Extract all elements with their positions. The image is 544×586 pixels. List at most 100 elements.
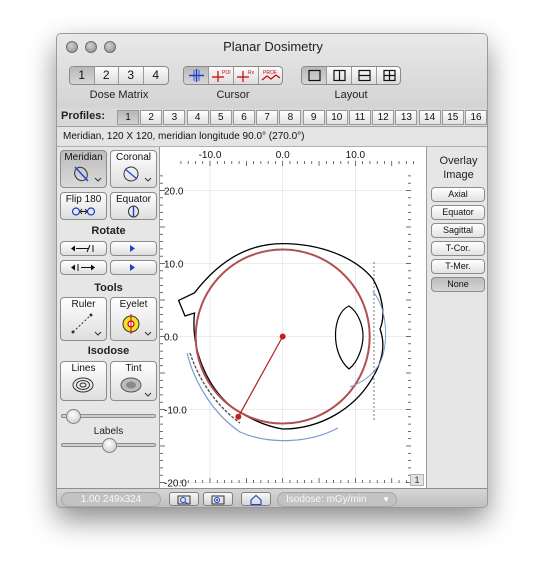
slider-knob[interactable] (66, 409, 81, 424)
overlay-panel: Overlay Image Axial Equator Sagittal T-Cor.… (426, 147, 487, 488)
dose-matrix-2[interactable]: 2 (95, 67, 119, 84)
profile-button-11[interactable]: 11 (349, 110, 371, 125)
rotate-ccw-icon (71, 264, 95, 271)
overlay-option-t-mer[interactable]: T-Mer. (431, 259, 485, 274)
rotate-cw-button[interactable] (60, 241, 107, 256)
overlay-image-title: Overlay Image (439, 155, 478, 181)
dose-matrix-4[interactable]: 4 (144, 67, 168, 84)
profile-button-7[interactable]: 7 (256, 110, 279, 125)
triangle-right-icon (130, 264, 135, 271)
rotate-step-right-button[interactable] (110, 241, 157, 256)
x-tick-label: -10.0 (199, 150, 222, 161)
triangle-right-icon (130, 245, 135, 252)
page-corner-label: 1 (410, 474, 424, 486)
prof-cursor-icon[interactable]: PROF (259, 67, 282, 84)
cursor-selector: POI Rx PROF (183, 66, 283, 85)
isodose-units-dropdown[interactable]: Isodose: mGy/min ▼ (277, 492, 397, 507)
ruler-line[interactable] (237, 336, 284, 418)
lens-shape (334, 305, 364, 370)
tint-icon (111, 374, 156, 401)
isodose-units-value: Isodose: mGy/min (286, 494, 367, 505)
profile-button-4[interactable]: 4 (186, 110, 209, 125)
profile-button-14[interactable]: 14 (418, 110, 441, 125)
profile-button-12[interactable]: 12 (372, 110, 395, 125)
plaque-edge (189, 352, 241, 424)
profile-button-1[interactable]: 1 (117, 110, 139, 125)
y-tick-label: 10.0 (164, 260, 184, 271)
slider-knob[interactable] (102, 438, 117, 453)
coronal-view-button[interactable]: Coronal (110, 150, 157, 188)
equator-icon (111, 205, 156, 221)
rotate-ccw-button[interactable] (60, 260, 107, 275)
left-tool-panel: Meridian Coronal Flip 180 Equator Rotate (57, 147, 160, 488)
profile-button-3[interactable]: 3 (163, 110, 186, 125)
isodose-tint-button[interactable]: Tint (110, 361, 157, 401)
ruler-tool-button[interactable]: Ruler (60, 297, 107, 341)
flip-180-button[interactable]: Flip 180 (60, 192, 107, 220)
crosshair-icon[interactable] (184, 67, 209, 84)
profile-button-9[interactable]: 9 (302, 110, 325, 125)
meridian-label: Meridian (64, 152, 103, 163)
profile-button-8[interactable]: 8 (279, 110, 302, 125)
profile-button-13[interactable]: 13 (395, 110, 418, 125)
profile-button-15[interactable]: 15 (441, 110, 464, 125)
overlay-option-axial[interactable]: Axial (431, 187, 485, 202)
dosimetry-plot[interactable]: -10.0 0.0 10.0 20.0 10.0 0.0 -10.0 -20.0 1 (160, 147, 426, 490)
flip-180-label: Flip 180 (65, 194, 102, 205)
rotate-cw-icon (71, 244, 94, 253)
coronal-label: Coronal (115, 152, 152, 163)
eyelet-tool-button[interactable]: Eyelet (110, 297, 157, 341)
profile-button-2[interactable]: 2 (140, 110, 163, 125)
planar-dosimetry-window: Planar Dosimetry 1 2 3 4 Dose Matrix POI… (56, 33, 488, 508)
overlay-option-t-cor[interactable]: T-Cor. (431, 241, 485, 256)
ruler-center-point[interactable] (279, 333, 286, 340)
poi-cursor-icon[interactable]: POI (209, 67, 234, 84)
dose-matrix-1[interactable]: 1 (70, 67, 95, 84)
chevron-down-icon: ▼ (382, 495, 390, 504)
cursor-label: Cursor (216, 89, 250, 101)
overlay-option-none[interactable]: None (431, 277, 485, 292)
four-pane-icon[interactable] (377, 67, 400, 84)
single-pane-icon[interactable] (302, 67, 327, 84)
home-button[interactable] (241, 492, 271, 506)
isodose-opacity-slider[interactable] (61, 409, 156, 424)
zoom-in-icon (211, 495, 225, 505)
y-tick-label: -20.0 (164, 479, 187, 489)
ruler-icon (61, 310, 106, 341)
equator-view-button[interactable]: Equator (110, 192, 157, 220)
zoom-out-button[interactable] (169, 492, 199, 506)
layout-selector (301, 66, 401, 85)
profiles-label: Profiles: (61, 110, 106, 122)
prof-badge: PROF (263, 70, 277, 76)
profile-button-16[interactable]: 16 (465, 110, 487, 125)
overlay-option-sagittal[interactable]: Sagittal (431, 223, 485, 238)
poi-badge: POI (222, 70, 231, 76)
rotate-step-right-button-2[interactable] (110, 260, 157, 275)
two-column-icon[interactable] (327, 67, 352, 84)
rx-cursor-icon[interactable]: Rx (234, 67, 259, 84)
ruler-end-point[interactable] (235, 413, 242, 420)
profile-button-6[interactable]: 6 (233, 110, 255, 125)
zoom-in-button[interactable] (203, 492, 233, 506)
isodose-section-label: Isodose (87, 345, 130, 357)
overlay-option-equator[interactable]: Equator (431, 205, 485, 220)
profile-button-10[interactable]: 10 (325, 110, 348, 125)
profile-button-5[interactable]: 5 (209, 110, 232, 125)
eyelet-label: Eyelet (119, 299, 148, 310)
eyelet-icon (111, 310, 156, 341)
two-row-icon[interactable] (352, 67, 377, 84)
isodose-lines-button[interactable]: Lines (60, 361, 107, 401)
labels-slider-label: Labels (93, 426, 124, 437)
x-tick-label: 10.0 (346, 150, 366, 161)
meridian-view-button[interactable]: Meridian (60, 150, 107, 188)
dose-matrix-3[interactable]: 3 (119, 67, 144, 84)
dose-matrix-selector: 1 2 3 4 (69, 66, 169, 85)
flip-icon (61, 205, 106, 221)
tint-label: Tint (125, 363, 142, 374)
tools-section-label: Tools (94, 282, 123, 294)
eye-diagram[interactable]: -10.0 0.0 10.0 20.0 10.0 0.0 -10.0 -20.0 (160, 147, 426, 490)
meridian-icon (61, 163, 106, 188)
window-title: Planar Dosimetry (223, 39, 323, 54)
view-info-text: Meridian, 120 X 120, meridian longitude … (57, 127, 487, 147)
labels-slider[interactable] (61, 438, 156, 453)
